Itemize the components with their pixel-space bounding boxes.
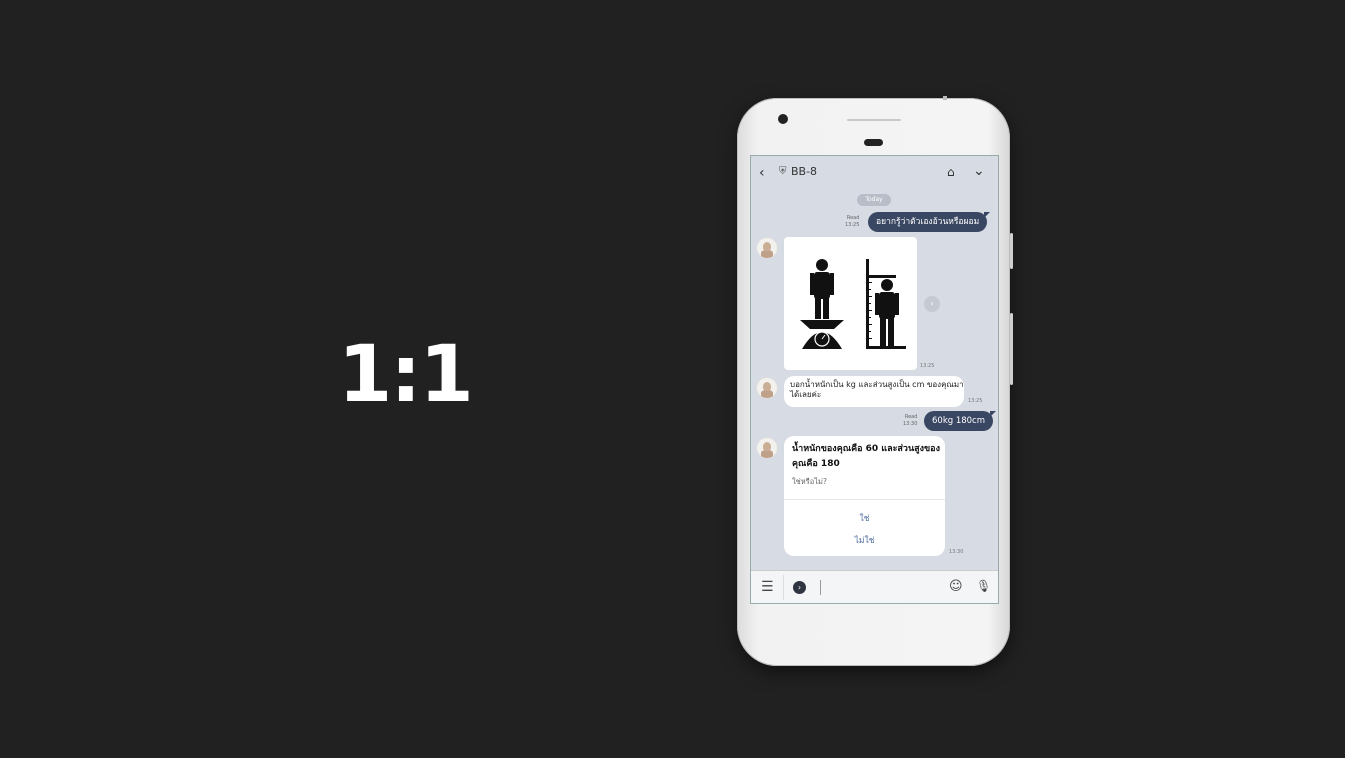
read-receipt: Read 13:30 [903,414,918,427]
confirm-card: น้ำหนักของคุณคือ 60 และส่วนสูงของคุณคือ … [784,436,945,556]
no-button[interactable]: ไม่ใช่ [784,533,945,547]
avatar[interactable] [756,377,778,399]
speaker-grille [847,119,901,121]
card-title: น้ำหนักของคุณคือ 60 และส่วนสูงของคุณคือ … [792,444,940,469]
weight-height-scale-image[interactable] [784,237,917,370]
smile-icon[interactable]: ☺ [949,579,963,594]
share-icon[interactable]: ‹ [924,296,940,312]
message-time: 13:30 [949,549,964,555]
list-menu-icon[interactable]: ☰ [761,579,774,595]
mic-icon[interactable]: 🎙 [976,579,991,593]
avatar[interactable] [756,437,778,459]
aspect-ratio-label: 1:1 [338,330,474,420]
chat-header: ‹ ⛨ BB-8 ⌂ ⌄ [751,156,998,191]
home-icon[interactable]: ⌂ [947,165,955,179]
card-subtitle: ใช่หรือไม่? [792,477,827,486]
date-chip: Today [857,194,891,206]
earpiece [864,139,883,146]
front-camera [778,114,788,124]
bot-name: BB-8 [791,165,818,178]
chevron-left-icon[interactable]: ‹ [759,165,765,181]
chevron-right-circle-icon[interactable]: › [793,581,806,594]
message-time: 13:25 [920,363,935,369]
power-button[interactable] [1010,233,1013,269]
outgoing-message: 60kg 180cm [924,411,997,431]
read-receipt: Read 13:25 [845,215,860,228]
yes-button[interactable]: ใช่ [784,511,945,525]
chevron-down-icon[interactable]: ⌄ [973,163,985,179]
outgoing-message: อยากรู้ว่าตัวเองอ้วนหรือผอม [868,212,991,232]
volume-button[interactable] [1010,313,1013,385]
input-bar: ☰ › ☺ 🎙 [751,570,998,603]
chat-screen: ‹ ⛨ BB-8 ⌂ ⌄ Today Read 13:25 อยากรู้ว่า… [750,155,999,604]
incoming-message: บอกน้ำหนักเป็น kg และส่วนสูงเป็น cm ของค… [784,376,964,407]
message-input[interactable] [820,580,821,595]
avatar[interactable] [756,237,778,259]
shield-icon: ⛨ [779,166,787,177]
message-time: 13:25 [968,398,983,404]
scale-height-illustration [800,259,906,349]
